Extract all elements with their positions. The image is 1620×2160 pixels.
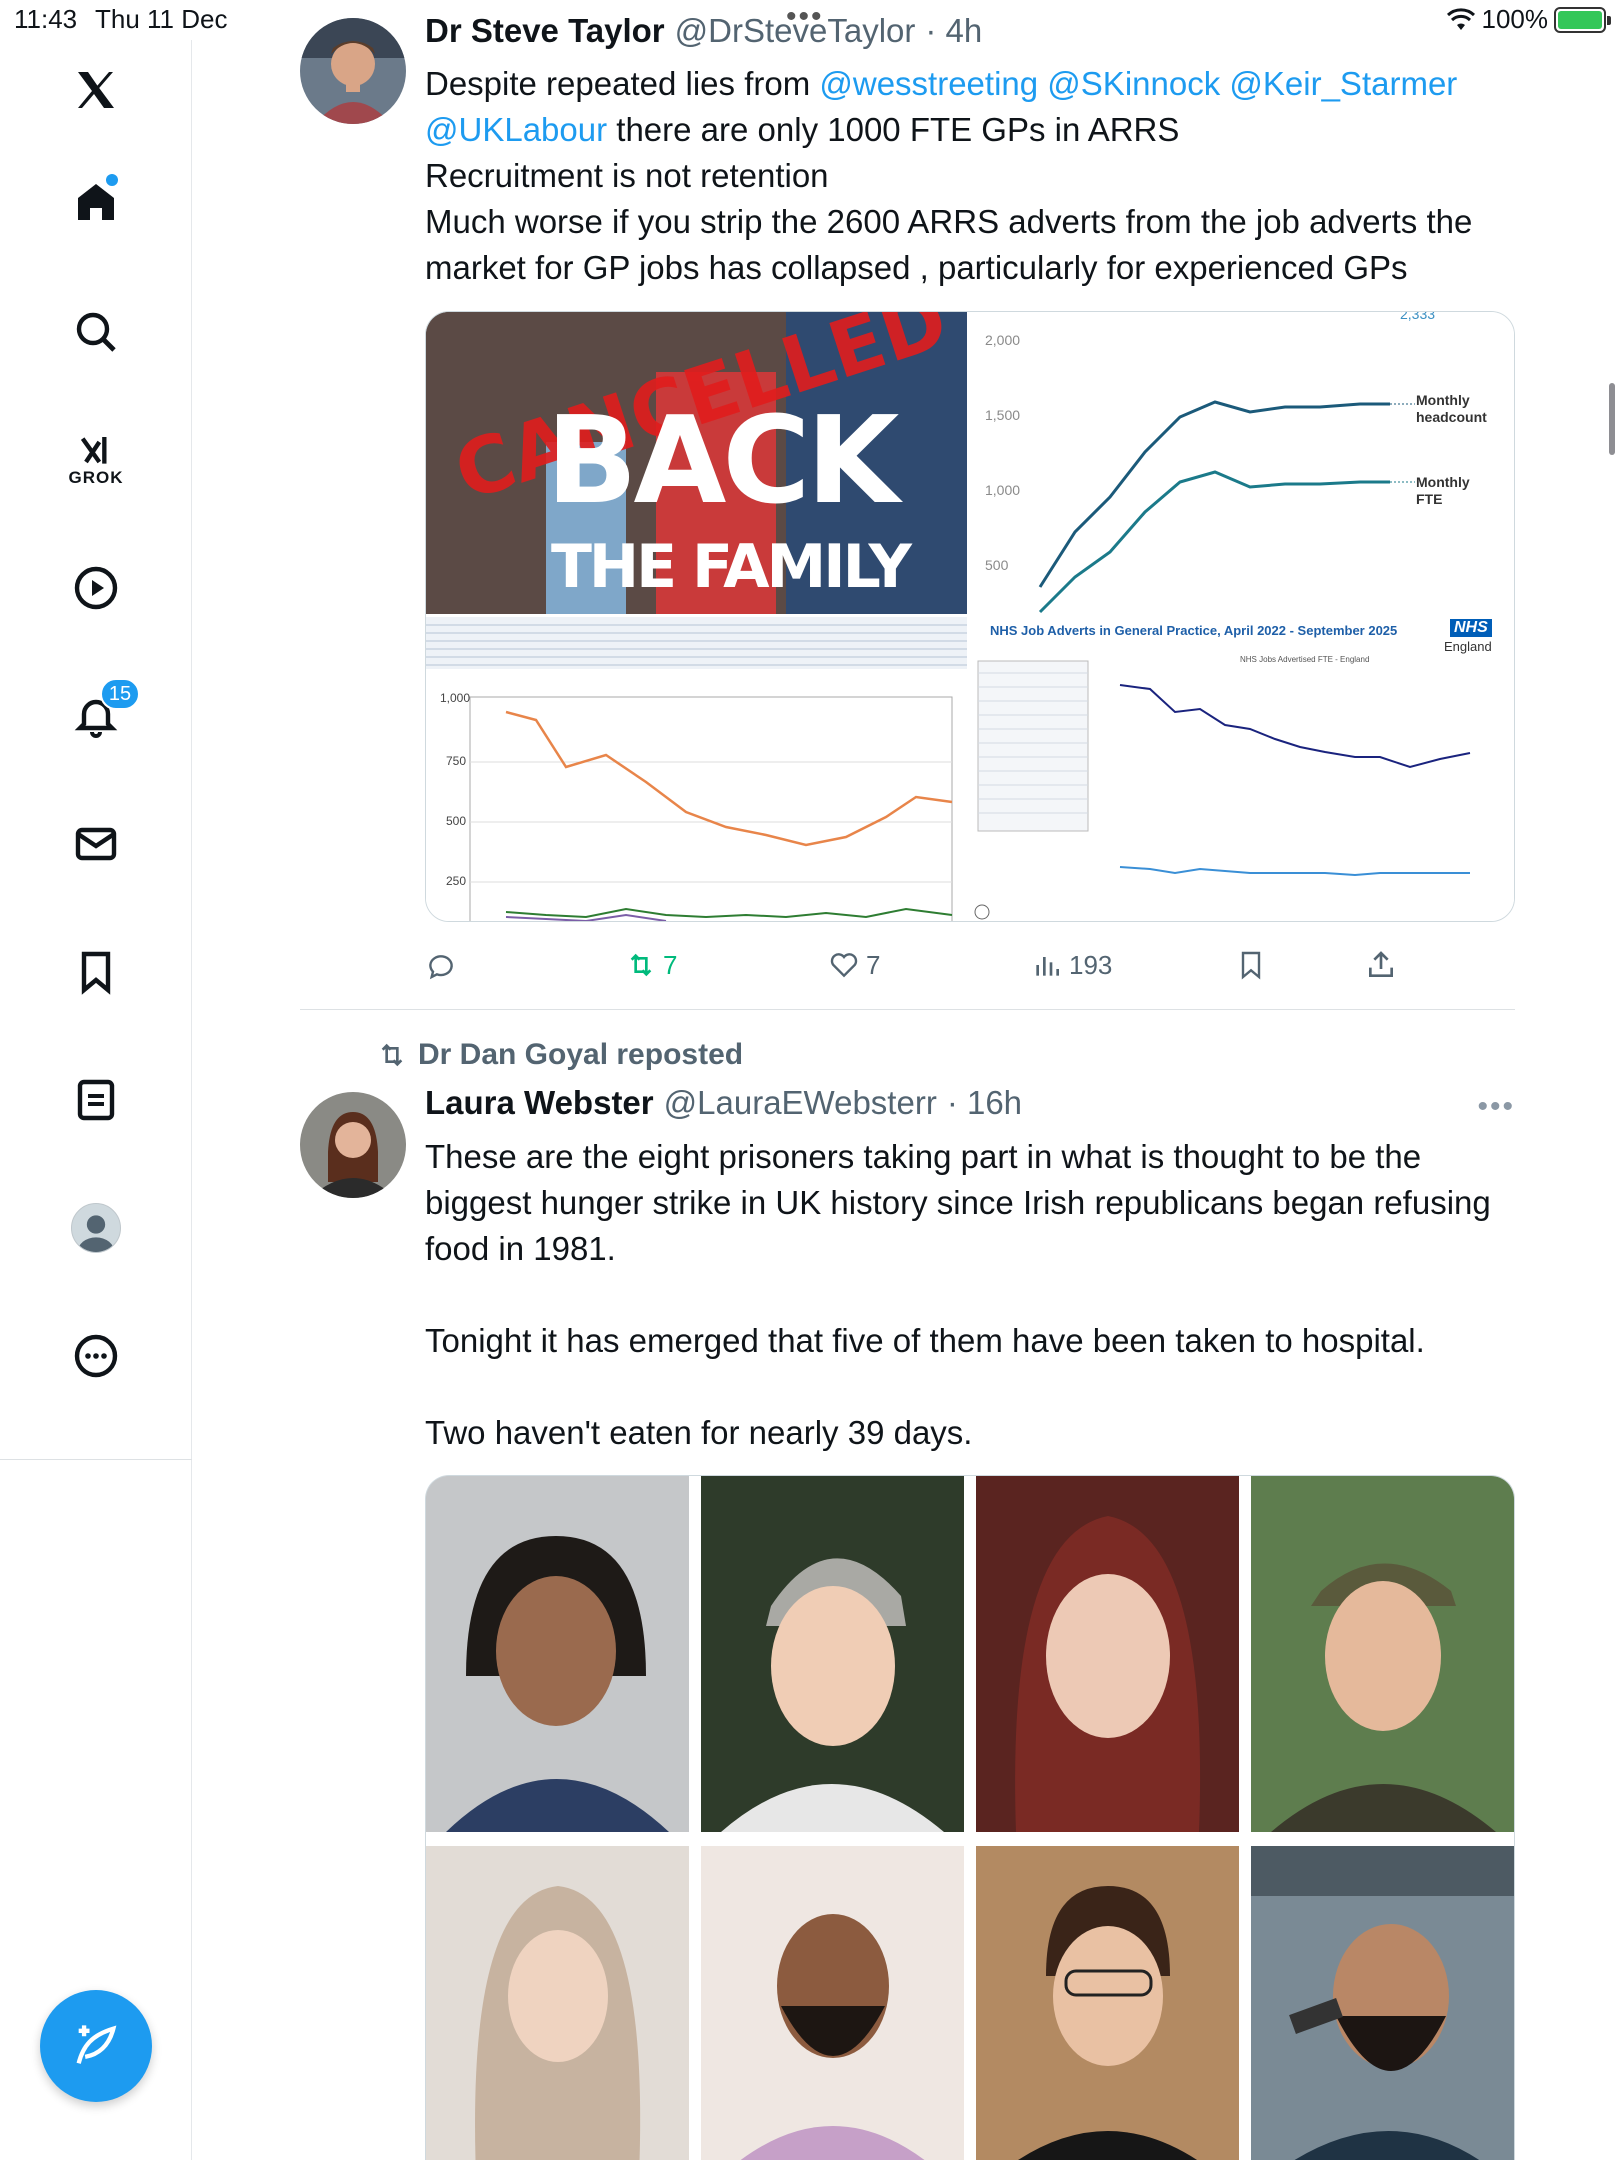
series-label-fte: Monthly FTE bbox=[1416, 474, 1470, 507]
home-unread-dot bbox=[106, 174, 118, 186]
video-icon[interactable] bbox=[46, 538, 146, 638]
heart-icon bbox=[830, 953, 858, 978]
compose-feather-icon bbox=[76, 2025, 117, 2064]
text-fragment: there are only 1000 FTE GPs in ARRS bbox=[607, 111, 1180, 148]
tweet-paragraph: These are the eight prisoners taking par… bbox=[425, 1138, 1491, 1267]
share-button[interactable] bbox=[1365, 949, 1397, 981]
tweet-text: Despite repeated lies from @wesstreeting… bbox=[425, 61, 1515, 291]
search-icon[interactable] bbox=[46, 282, 146, 382]
author-handle[interactable]: @DrSteveTaylor bbox=[675, 12, 916, 50]
compose-post-button[interactable] bbox=[40, 1990, 152, 2102]
author-avatar[interactable] bbox=[300, 18, 406, 124]
chart-tick-label: 1,000 bbox=[985, 482, 1021, 498]
profile-avatar bbox=[71, 1203, 121, 1253]
views-icon bbox=[1036, 957, 1059, 976]
tweet-time[interactable]: · 16h bbox=[947, 1084, 1022, 1122]
repost-count: 7 bbox=[663, 949, 678, 980]
reply-button[interactable] bbox=[425, 949, 457, 981]
notifications-icon[interactable]: 15 bbox=[46, 666, 146, 766]
repost-indicator: Dr Dan Goyal reposted bbox=[376, 1038, 743, 1072]
tweet-header: Laura Webster @LauraEWebsterr · 16h bbox=[425, 1084, 1022, 1122]
media-image-poster[interactable]: CANCELLED BACK THE FAMILY bbox=[426, 312, 967, 614]
prisoner-photo[interactable] bbox=[1251, 1476, 1514, 1832]
prisoner-photo[interactable] bbox=[701, 1846, 964, 2160]
prisoner-photo[interactable] bbox=[426, 1846, 689, 2160]
grok-icon[interactable]: GROK bbox=[46, 410, 146, 510]
profile-icon[interactable] bbox=[46, 1178, 146, 1278]
prisoner-photo[interactable] bbox=[426, 1476, 689, 1832]
mention-link[interactable]: @wesstreeting bbox=[819, 65, 1038, 102]
tweet-paragraph: Two haven't eaten for nearly 39 days. bbox=[425, 1414, 973, 1451]
tweet[interactable]: Dr Dan Goyal reposted Laura Webster @Lau… bbox=[300, 1010, 1515, 2160]
notifications-badge: 15 bbox=[100, 678, 140, 710]
mention-link[interactable]: @UKLabour bbox=[425, 111, 607, 148]
battery-icon bbox=[1554, 6, 1611, 33]
poster-back: BACK bbox=[546, 392, 899, 531]
author-name[interactable]: Laura Webster bbox=[425, 1084, 654, 1122]
author-handle[interactable]: @LauraEWebsterr bbox=[664, 1084, 937, 1122]
tweet-actions: 7 7 193 bbox=[425, 940, 1515, 990]
chart-tick-label: 2,000 bbox=[985, 332, 1021, 348]
chart-tick-label: 750 bbox=[446, 754, 467, 768]
like-count: 7 bbox=[866, 949, 881, 980]
text-fragment: Much worse if you strip the 2600 ARRS ad… bbox=[425, 203, 1473, 286]
mention-link[interactable]: @Keir_Starmer bbox=[1229, 65, 1457, 102]
chart-tick-label: 1,000 bbox=[440, 691, 471, 705]
lists-icon[interactable] bbox=[46, 1050, 146, 1150]
reply-icon bbox=[429, 955, 453, 980]
more-options-icon[interactable]: ••• bbox=[1477, 1090, 1515, 1124]
chart-tick-label: 1,500 bbox=[985, 407, 1021, 423]
media-image-nhs-adverts[interactable]: NHS Job Adverts in General Practice, Apr… bbox=[970, 617, 1514, 921]
mention-link[interactable]: @SKinnock bbox=[1047, 65, 1220, 102]
repost-button[interactable]: 7 bbox=[625, 949, 677, 981]
media-image-headcount-chart[interactable]: 2,333 2,000 1,500 1,000 500 Monthly head… bbox=[970, 312, 1514, 614]
tweet-header: Dr Steve Taylor @DrSteveTaylor · 4h bbox=[425, 12, 982, 50]
prisoner-photo[interactable] bbox=[1251, 1846, 1514, 2160]
views-button[interactable]: 193 bbox=[1031, 949, 1112, 981]
chart-tick-label: 500 bbox=[985, 557, 1009, 573]
tweet-text: These are the eight prisoners taking par… bbox=[425, 1134, 1515, 1456]
media-grid[interactable] bbox=[425, 1475, 1515, 2160]
bookmark-button[interactable] bbox=[1235, 949, 1267, 981]
bookmarks-icon[interactable] bbox=[46, 922, 146, 1022]
bookmark-icon bbox=[1241, 951, 1261, 980]
reposted-by-label[interactable]: Dr Dan Goyal reposted bbox=[418, 1038, 743, 1072]
prisoner-photo[interactable] bbox=[701, 1476, 964, 1832]
repost-small-icon bbox=[381, 1043, 403, 1067]
tweet-time[interactable]: · 4h bbox=[925, 12, 982, 50]
views-count: 193 bbox=[1069, 949, 1113, 980]
tweet-paragraph: Tonight it has emerged that five of them… bbox=[425, 1322, 1425, 1359]
sidebar: GROK 15 bbox=[0, 40, 192, 2160]
home-icon[interactable] bbox=[46, 152, 146, 252]
prisoner-photo[interactable] bbox=[976, 1846, 1239, 2160]
chart-tick-label: 250 bbox=[446, 874, 467, 888]
author-avatar[interactable] bbox=[300, 1092, 406, 1198]
media-grid[interactable]: CANCELLED BACK THE FAMILY 2,333 2,000 1,… bbox=[425, 311, 1515, 922]
tweet[interactable]: Dr Steve Taylor @DrSteveTaylor · 4h Desp… bbox=[300, 0, 1515, 1010]
grok-label: GROK bbox=[68, 468, 124, 487]
status-time: 11:43 bbox=[14, 4, 78, 34]
more-icon[interactable] bbox=[46, 1306, 146, 1406]
status-date: Thu 11 Dec bbox=[95, 4, 228, 34]
messages-icon[interactable] bbox=[46, 794, 146, 894]
scrollbar[interactable] bbox=[1609, 383, 1615, 455]
sidebar-divider bbox=[0, 1459, 192, 1460]
poster-the-family: THE FAMILY bbox=[551, 532, 912, 602]
like-button[interactable]: 7 bbox=[828, 949, 880, 981]
series-label-headcount: Monthly headcount bbox=[1416, 392, 1487, 425]
text-fragment: Recruitment is not retention bbox=[425, 157, 829, 194]
repost-icon bbox=[630, 953, 652, 977]
prisoner-photo[interactable] bbox=[976, 1476, 1239, 1832]
chart-tick-label: 2,333 bbox=[1400, 312, 1436, 322]
author-name[interactable]: Dr Steve Taylor bbox=[425, 12, 665, 50]
share-icon bbox=[1369, 951, 1393, 977]
x-logo-icon[interactable] bbox=[46, 40, 146, 140]
chart-tick-label: 500 bbox=[446, 814, 467, 828]
media-image-orange-chart[interactable]: 1,000 750 500 250 bbox=[426, 617, 967, 921]
text-fragment: Despite repeated lies from bbox=[425, 65, 820, 102]
